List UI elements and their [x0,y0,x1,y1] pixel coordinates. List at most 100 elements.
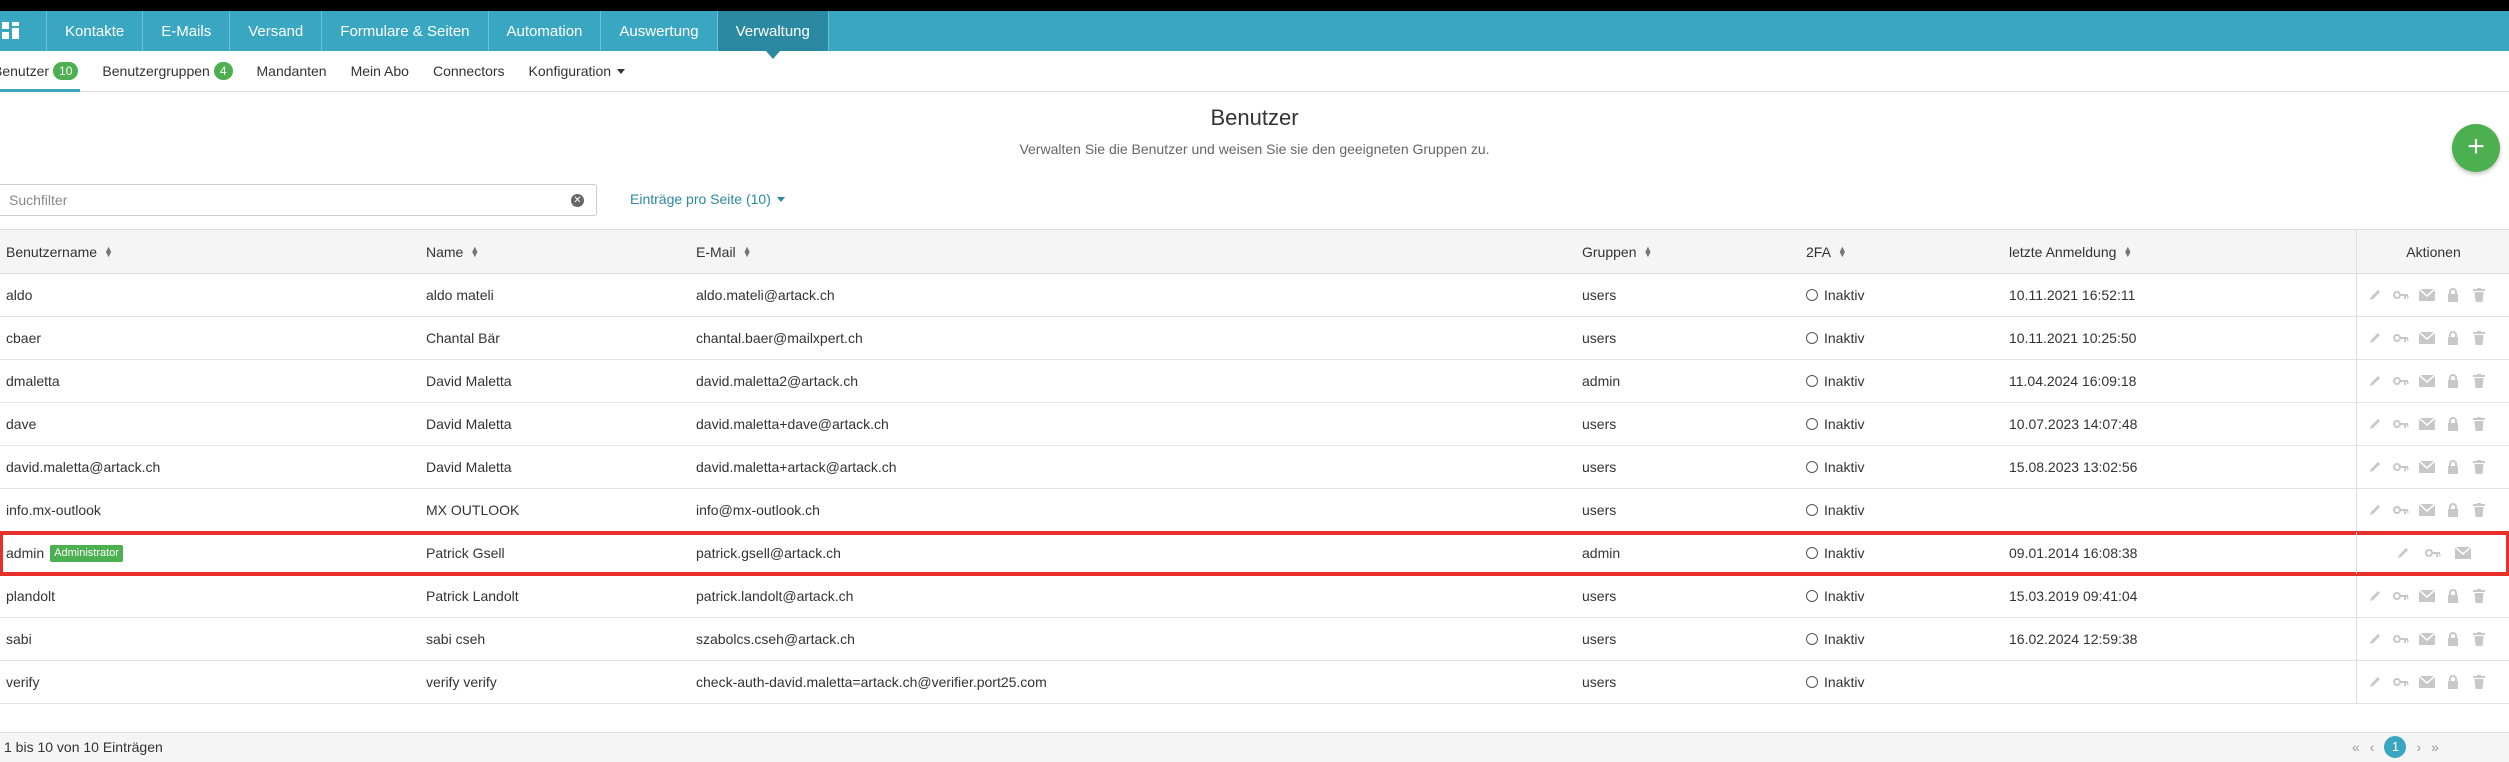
app-grid-icon[interactable] [0,11,47,51]
col-letzte-anmeldung[interactable]: letzte Anmeldung ▲ ▼ [2009,230,2132,273]
benutzer-count-badge: 10 [53,62,79,80]
key-icon[interactable] [2393,674,2409,690]
col-name[interactable]: Name ▲ ▼ [426,230,479,273]
lock-icon[interactable] [2445,631,2461,647]
lock-icon[interactable] [2445,416,2461,432]
tab-benutzergruppen-label: Benutzergruppen [102,63,210,79]
lock-icon[interactable] [2445,588,2461,604]
tab-mein-abo[interactable]: Mein Abo [351,51,409,91]
cell-email: szabolcs.cseh@artack.ch [696,631,855,647]
envelope-icon[interactable] [2419,373,2435,389]
envelope-icon[interactable] [2419,416,2435,432]
tab-benutzer[interactable]: Benutzer 10 [0,51,81,92]
key-icon[interactable] [2425,545,2441,561]
sort-icon: ▲ ▼ [1643,243,1653,259]
trash-icon[interactable] [2471,459,2487,475]
first-page-icon[interactable]: « [2352,739,2360,755]
trash-icon[interactable] [2471,330,2487,346]
envelope-icon[interactable] [2419,631,2435,647]
trash-icon[interactable] [2471,502,2487,518]
nav-verwaltung[interactable]: Verwaltung [717,11,829,59]
key-icon[interactable] [2393,502,2409,518]
col-email[interactable]: E-Mail ▲ ▼ [696,230,752,273]
lock-icon[interactable] [2445,502,2461,518]
table-body: aldo aldo mateli aldo.mateli@artack.ch u… [0,274,2509,704]
tab-connectors[interactable]: Connectors [433,51,505,91]
trash-icon[interactable] [2471,416,2487,432]
pencil-icon[interactable] [2367,287,2383,303]
nav-formulare-seiten[interactable]: Formulare & Seiten [322,11,489,51]
add-user-button[interactable]: + [2452,124,2500,172]
nav-versand[interactable]: Versand [230,11,323,51]
pencil-icon[interactable] [2367,502,2383,518]
pencil-icon[interactable] [2395,545,2411,561]
envelope-icon[interactable] [2419,287,2435,303]
cell-email: david.maletta2@artack.ch [696,373,859,389]
entries-per-page-dropdown[interactable]: Einträge pro Seite (10) [630,191,785,207]
sort-icon: ▲ ▼ [470,243,480,259]
nav-kontakte[interactable]: Kontakte [47,11,144,51]
radio-icon [1806,332,1818,344]
pencil-icon[interactable] [2367,588,2383,604]
trash-icon[interactable] [2471,674,2487,690]
lock-icon[interactable] [2445,674,2461,690]
cell-email: aldo.mateli@artack.ch [696,287,835,303]
key-icon[interactable] [2393,373,2409,389]
table-row: cbaer Chantal Bär chantal.baer@mailxpert… [0,317,2509,360]
col-benutzername[interactable]: Benutzername ▲ ▼ [6,230,113,273]
key-icon[interactable] [2393,416,2409,432]
sort-icon: ▲ ▼ [2123,243,2133,259]
envelope-icon[interactable] [2419,330,2435,346]
lock-icon[interactable] [2445,459,2461,475]
lock-icon[interactable] [2445,330,2461,346]
prev-page-icon[interactable]: ‹ [2370,739,2375,755]
trash-icon[interactable] [2471,373,2487,389]
key-icon[interactable] [2393,330,2409,346]
envelope-icon[interactable] [2419,674,2435,690]
tab-konfiguration[interactable]: Konfiguration [529,51,626,91]
cell-actions [2356,446,2509,488]
cell-group: users [1582,588,1617,604]
cell-group: users [1582,287,1617,303]
pencil-icon[interactable] [2367,330,2383,346]
key-icon[interactable] [2393,459,2409,475]
cell-actions [2356,360,2509,402]
envelope-icon[interactable] [2455,545,2471,561]
next-page-icon[interactable]: › [2416,739,2421,755]
username-text: aldo [6,287,33,303]
envelope-icon[interactable] [2419,588,2435,604]
key-icon[interactable] [2393,287,2409,303]
sort-icon: ▲ ▼ [742,243,752,259]
col-gruppen[interactable]: Gruppen ▲ ▼ [1582,230,1652,273]
trash-icon[interactable] [2471,588,2487,604]
pencil-icon[interactable] [2367,373,2383,389]
trash-icon[interactable] [2471,631,2487,647]
key-icon[interactable] [2393,631,2409,647]
tab-mandanten[interactable]: Mandanten [257,51,327,91]
cell-email: chantal.baer@mailxpert.ch [696,330,863,346]
cell-last-login: 16.02.2024 12:59:38 [2009,631,2138,647]
nav-auswertung[interactable]: Auswertung [601,11,718,51]
clear-search-icon[interactable]: ✕ [571,193,584,207]
pencil-icon[interactable] [2367,631,2383,647]
pencil-icon[interactable] [2367,416,2383,432]
nav-automation[interactable]: Automation [489,11,602,51]
lock-icon[interactable] [2445,287,2461,303]
envelope-icon[interactable] [2419,502,2435,518]
last-page-icon[interactable]: » [2431,739,2439,755]
envelope-icon[interactable] [2419,459,2435,475]
tab-benutzergruppen[interactable]: Benutzergruppen 4 [102,51,233,91]
chevron-down-icon [617,68,626,74]
col-2fa[interactable]: 2FA ▲ ▼ [1806,230,1847,273]
page-button[interactable]: 1 [2384,736,2407,758]
radio-icon [1806,547,1818,559]
radio-icon [1806,289,1818,301]
pencil-icon[interactable] [2367,674,2383,690]
trash-icon[interactable] [2471,287,2487,303]
nav-emails[interactable]: E-Mails [143,11,231,51]
cell-username: dmaletta [6,360,60,402]
lock-icon[interactable] [2445,373,2461,389]
key-icon[interactable] [2393,588,2409,604]
pencil-icon[interactable] [2367,459,2383,475]
search-input[interactable] [0,191,571,209]
